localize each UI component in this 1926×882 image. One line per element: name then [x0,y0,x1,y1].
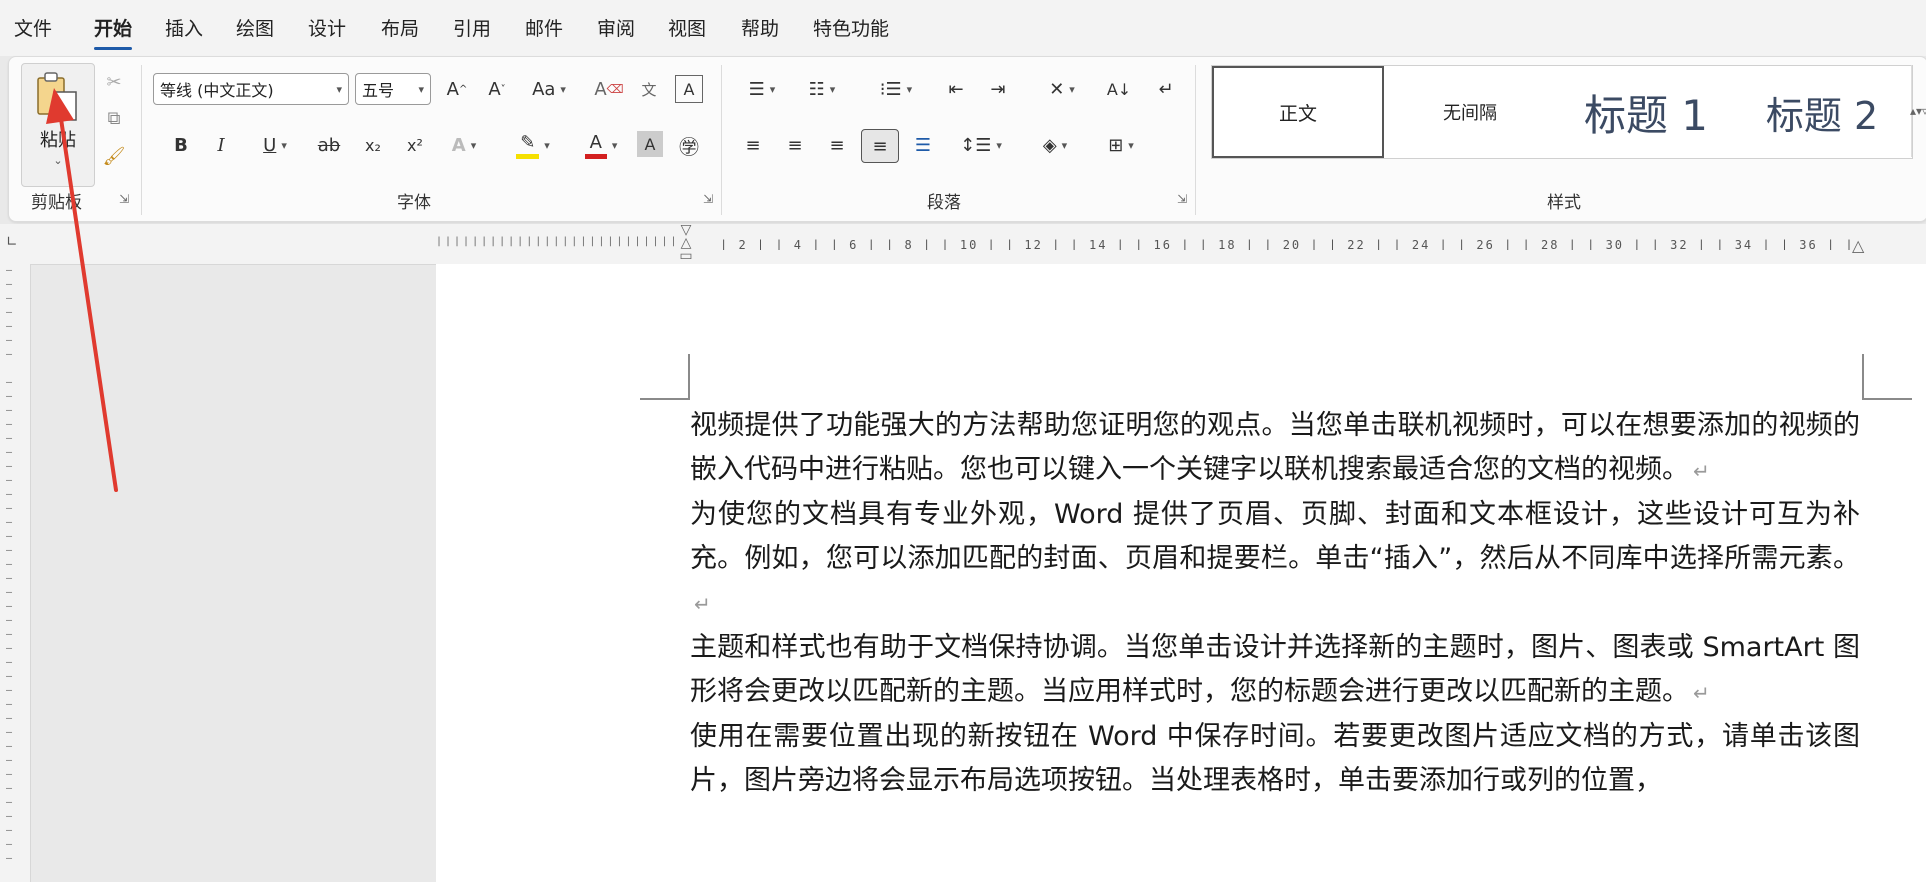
ribbon: 粘贴 ⌄ ✂ ⧉ 🖌 剪贴板 ⇲ 等线 (中文正文) ▾ 五号 ▾ A ^ A ˅ … [8,56,1926,222]
paragraph-mark-icon: ↵ [1693,459,1710,483]
paragraph[interactable]: 主题和样式也有助于文档保持协调。当您单击设计并选择新的主题时，图片、图表或 Sm… [690,626,1860,715]
tab-selector-icon[interactable]: ∟ [6,234,18,250]
font-size-combo[interactable]: 五号 ▾ [355,73,431,105]
paragraph-launcher-icon[interactable]: ⇲ [1177,192,1187,206]
highlighter-icon: ✎ [516,132,540,159]
justify-icon[interactable]: ≡ [861,129,899,163]
char-shading-icon[interactable]: A [637,131,663,157]
strikethrough-button[interactable]: ab [311,129,347,161]
borders-button[interactable]: ⊞ ▾ [1093,129,1149,161]
paragraph[interactable]: 为使您的文档具有专业外观，Word 提供了页眉、页脚、封面和文本框设计，这些设计… [690,493,1860,626]
group-label-styles: 样式 [1547,193,1581,213]
tab-draw[interactable]: 绘图 [236,14,274,41]
chinese-layout-button[interactable]: ✕ ▾ [1035,73,1089,105]
chevron-down-icon: ▾ [336,82,342,96]
copy-icon[interactable]: ⧉ [99,103,129,133]
margin-corner-top-right [1862,354,1864,398]
change-case-label: Aa [532,78,556,100]
tab-view[interactable]: 视图 [668,14,706,41]
font-color-icon: A [584,132,607,159]
align-center-icon[interactable]: ≡ [777,129,813,161]
tab-file[interactable]: 文件 [14,14,52,41]
tab-review[interactable]: 审阅 [597,14,635,41]
cut-icon[interactable]: ✂ [99,67,129,97]
styles-gallery: 正文 无间隔 标题 1 标题 2 [1211,65,1913,159]
highlight-button[interactable]: ✎ ▾ [503,129,563,161]
font-size-value: 五号 [362,81,395,100]
menu-bar: 文件 开始 插入 绘图 设计 布局 引用 邮件 审阅 视图 帮助 特色功能 [0,0,1926,56]
group-label-clipboard: 剪贴板 [31,193,82,213]
clear-format-icon[interactable]: A ⌫ [593,73,625,105]
multilevel-list-button[interactable]: ⁝☰ ▾ [869,73,923,105]
sort-icon[interactable]: A↓ [1101,73,1137,105]
font-name-combo[interactable]: 等线 (中文正文) ▾ [153,73,349,105]
phonetic-guide-icon[interactable]: 文 [633,73,665,105]
horizontal-ruler[interactable]: ∟ |||||||||||||||||||||||||||||||| ▽△▭ |… [0,223,1926,265]
text-effects-button[interactable]: A ▾ [439,129,489,161]
tab-home[interactable]: 开始 [94,14,133,50]
decrease-indent-icon[interactable]: ⇤ [939,73,973,105]
superscript-button[interactable]: x² [397,129,433,161]
font-color-button[interactable]: A ▾ [571,129,631,161]
tab-insert[interactable]: 插入 [165,14,203,41]
style-no-spacing[interactable]: 无间隔 [1384,66,1556,158]
change-case-button[interactable]: Aa ▾ [521,73,577,105]
paragraph[interactable]: 使用在需要位置出现的新按钮在 Word 中保存时间。若要更改图片适应文档的方式，… [690,715,1860,803]
group-label-font: 字体 [397,193,431,213]
font-launcher-icon[interactable]: ⇲ [703,192,713,206]
group-label-paragraph: 段落 [927,193,961,213]
subscript-button[interactable]: x₂ [355,129,391,161]
tab-design[interactable]: 设计 [308,14,346,41]
document-body[interactable]: 视频提供了功能强大的方法帮助您证明您的观点。当您单击联机视频时，可以在想要添加的… [690,404,1860,803]
bullets-button[interactable]: ☰ ▾ [735,73,789,105]
chevron-down-icon: ▾ [418,82,424,96]
margin-corner-top-left-h [640,398,690,400]
show-marks-icon[interactable]: ↵ [1149,73,1183,105]
tab-mailings[interactable]: 邮件 [525,14,563,41]
shrink-font-button[interactable]: A ˅ [481,73,513,105]
style-normal[interactable]: 正文 [1212,66,1384,158]
paragraph[interactable]: 视频提供了功能强大的方法帮助您证明您的观点。当您单击联机视频时，可以在想要添加的… [690,404,1860,493]
enclose-char-icon[interactable]: ㊫ [673,129,705,161]
indent-marker-icon[interactable]: ▽ △ ▭ [677,223,695,264]
tab-references[interactable]: 引用 [453,14,491,41]
align-left-icon[interactable]: ≡ [735,129,771,161]
chevron-down-icon[interactable]: ⌄ [22,154,94,167]
ruler-ticks: | 2 | | 4 | | 6 | | 8 | | 10 | | 12 | | … [720,238,1860,250]
shading-button[interactable]: ◈ ▾ [1027,129,1083,161]
tab-layout[interactable]: 布局 [381,14,419,41]
style-heading-1[interactable]: 标题 1 [1556,66,1736,158]
format-painter-icon[interactable]: 🖌 [99,141,129,171]
paragraph-mark-icon: ↵ [1693,681,1710,705]
clipboard-icon [37,72,77,121]
underline-label: U [263,134,277,156]
paragraph-mark-icon: ↵ [694,592,711,616]
underline-button[interactable]: U ▾ [247,129,303,161]
styles-scroll-icon[interactable]: ▴▾▿ [1910,65,1926,157]
vertical-ruler[interactable]: – – – – – – – – – – – – – – – – – – – – – – – – – – – – – – – – – – – – – – – –… [0,264,31,882]
increase-indent-icon[interactable]: ⇥ [981,73,1015,105]
grow-font-button[interactable]: A ^ [441,73,473,105]
italic-button[interactable]: I [205,129,237,161]
paste-button[interactable]: 粘贴 ⌄ [21,63,95,187]
style-heading-2[interactable]: 标题 2 [1736,66,1908,158]
distributed-icon[interactable]: ☰ [905,129,941,161]
char-border-icon[interactable]: A [675,75,703,103]
tab-help[interactable]: 帮助 [741,14,779,41]
bold-button[interactable]: B [165,129,197,161]
ruler-left-margin: |||||||||||||||||||||||||||||||| [436,236,676,247]
margin-corner-top-left [688,354,690,398]
right-indent-marker-icon[interactable]: △ [1852,236,1864,255]
align-right-icon[interactable]: ≡ [819,129,855,161]
vertical-ruler-ticks: – – – – – – – – – – – – – – – – – – – – – – – – – – – – – – – – – – – – – – – –… [6,265,13,864]
tab-features[interactable]: 特色功能 [813,14,889,41]
document-page[interactable]: 视频提供了功能强大的方法帮助您证明您的观点。当您单击联机视频时，可以在想要添加的… [436,264,1926,882]
paste-label: 粘贴 [40,130,76,151]
font-name-value: 等线 (中文正文) [160,81,274,100]
margin-corner-top-right-h [1862,398,1912,400]
clipboard-launcher-icon[interactable]: ⇲ [119,192,129,206]
line-spacing-button[interactable]: ↕☰ ▾ [953,129,1009,161]
numbering-button[interactable]: ☷ ▾ [795,73,849,105]
